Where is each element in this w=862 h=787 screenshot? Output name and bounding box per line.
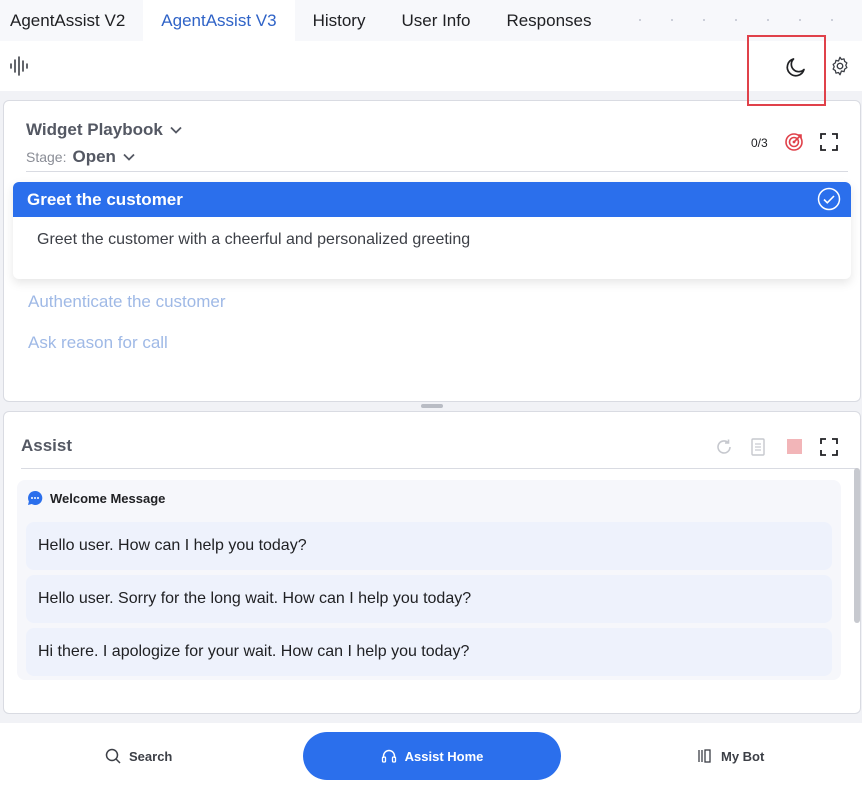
suggested-message[interactable]: Hello user. How can I help you today?	[26, 522, 832, 570]
step-description: Greet the customer with a cheerful and p…	[37, 231, 471, 248]
playbook-selector[interactable]: Widget Playbook	[26, 120, 183, 140]
stage-label: Stage:	[26, 149, 67, 165]
stage-selector[interactable]: Stage: Open	[26, 147, 136, 167]
search-button[interactable]: Search	[105, 732, 172, 780]
chevron-down-icon	[123, 153, 135, 161]
stop-icon[interactable]	[787, 439, 802, 454]
divider	[26, 171, 848, 172]
tab-user-info[interactable]: User Info	[383, 0, 489, 41]
suggested-message[interactable]: Hi there. I apologize for your wait. How…	[26, 628, 832, 676]
moon-icon[interactable]	[784, 55, 808, 79]
library-icon	[698, 749, 711, 763]
headset-icon	[381, 749, 396, 763]
tab-responses[interactable]: Responses	[488, 0, 610, 41]
divider	[21, 468, 857, 469]
step-card-greet[interactable]: Greet the customer Greet the customer wi…	[13, 182, 851, 279]
step-authenticate-customer[interactable]: Authenticate the customer	[28, 292, 226, 312]
step-header[interactable]: Greet the customer	[13, 182, 851, 217]
tab-agentassist-v2[interactable]: AgentAssist V2	[0, 0, 144, 41]
check-circle-icon[interactable]	[817, 187, 841, 211]
tab-label: Responses	[506, 10, 592, 30]
welcome-message-card: Welcome Message Hello user. How can I he…	[17, 480, 841, 680]
toolbar	[0, 41, 862, 91]
welcome-header: Welcome Message	[27, 490, 165, 506]
document-icon[interactable]	[750, 438, 766, 456]
tab-label: User Info	[401, 10, 471, 30]
tab-label: History	[312, 10, 366, 30]
gear-icon[interactable]	[829, 55, 851, 77]
assist-panel: Assist Welcome Message Hello user. How c…	[3, 411, 861, 714]
refresh-icon[interactable]	[715, 438, 733, 456]
my-bot-button[interactable]: My Bot	[697, 732, 764, 780]
step-title: Greet the customer	[27, 189, 183, 209]
playbook-title: Widget Playbook	[26, 120, 163, 139]
scrollbar[interactable]	[854, 468, 860, 623]
resize-handle[interactable]	[421, 404, 443, 408]
assist-title: Assist	[21, 436, 73, 455]
bottom-nav: Search Assist Home My Bot	[0, 723, 862, 787]
playbook-progress: 0/3	[751, 136, 768, 150]
expand-icon[interactable]	[820, 133, 838, 151]
assist-home-label: Assist Home	[404, 748, 484, 764]
step-ask-reason[interactable]: Ask reason for call	[28, 333, 168, 353]
voice-wave-icon[interactable]	[9, 55, 31, 77]
stage-value: Open	[72, 147, 116, 166]
tab-agentassist-v3[interactable]: AgentAssist V3	[143, 0, 295, 41]
my-bot-label: My Bot	[721, 748, 765, 764]
top-tab-bar: AgentAssist V2 AgentAssist V3 History Us…	[0, 0, 862, 41]
target-icon[interactable]	[784, 132, 804, 152]
tab-label: AgentAssist V3	[161, 10, 277, 30]
tab-label: AgentAssist V2	[10, 10, 126, 30]
welcome-title: Welcome Message	[50, 490, 166, 506]
search-label: Search	[129, 748, 173, 764]
suggested-message[interactable]: Hello user. Sorry for the long wait. How…	[26, 575, 832, 623]
tab-history[interactable]: History	[294, 0, 384, 41]
chat-bubble-icon	[28, 490, 43, 505]
search-icon	[105, 748, 121, 764]
assist-home-button[interactable]: Assist Home	[303, 732, 561, 780]
expand-icon[interactable]	[820, 438, 838, 456]
chevron-down-icon	[170, 126, 182, 134]
